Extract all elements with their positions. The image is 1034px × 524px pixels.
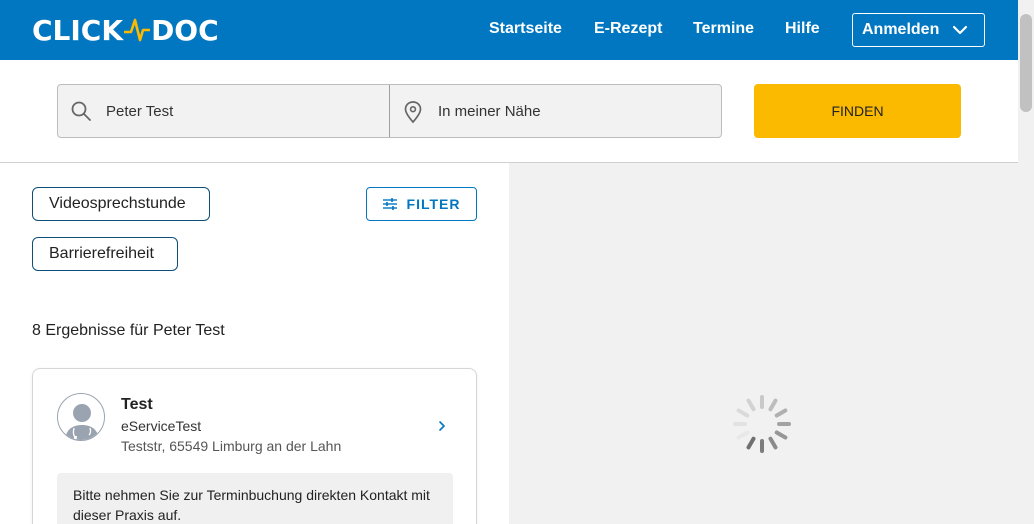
chip-barrierefreiheit[interactable]: Barrierefreiheit bbox=[32, 237, 178, 271]
search-icon bbox=[71, 101, 91, 121]
top-header: CLICK DOC Startseite E-Rezept Termine Hi… bbox=[0, 0, 1018, 60]
search-area: Peter Test In meiner Nähe FINDEN bbox=[0, 60, 1018, 163]
loading-spinner-icon bbox=[733, 395, 791, 453]
chevron-right-icon[interactable] bbox=[437, 419, 447, 433]
chip-label: Barrierefreiheit bbox=[49, 245, 154, 262]
nav-hilfe[interactable]: Hilfe bbox=[785, 20, 820, 38]
nav-e-rezept[interactable]: E-Rezept bbox=[594, 20, 662, 38]
nav-termine[interactable]: Termine bbox=[693, 20, 754, 38]
filter-button[interactable]: FILTER bbox=[366, 187, 477, 221]
sliders-icon bbox=[382, 198, 397, 210]
find-button[interactable]: FINDEN bbox=[754, 84, 961, 138]
chip-label: Videosprechstunde bbox=[49, 195, 186, 212]
scrollbar-thumb[interactable] bbox=[1020, 14, 1032, 112]
map-panel[interactable] bbox=[509, 163, 1018, 524]
search-box: Peter Test In meiner Nähe bbox=[57, 84, 722, 138]
clickdoc-logo[interactable]: CLICK DOC bbox=[32, 13, 219, 47]
name-search-value: Peter Test bbox=[106, 102, 174, 120]
result-card[interactable]: Test eServiceTest Teststr, 65549 Limburg… bbox=[32, 368, 477, 524]
results-count: 8 Ergebnisse für Peter Test bbox=[32, 322, 225, 339]
chevron-down-icon bbox=[952, 25, 968, 35]
result-note: Bitte nehmen Sie zur Terminbuchung direk… bbox=[57, 473, 453, 524]
location-input[interactable]: In meiner Nähe bbox=[390, 85, 721, 137]
login-label: Anmelden bbox=[862, 21, 940, 38]
result-title: Test bbox=[121, 396, 153, 413]
nav-startseite[interactable]: Startseite bbox=[489, 20, 562, 38]
login-button[interactable]: Anmelden bbox=[852, 13, 985, 47]
logo-text-right: DOC bbox=[151, 13, 219, 47]
result-subtitle: eServiceTest bbox=[121, 418, 202, 434]
logo-pulse-icon bbox=[124, 18, 151, 42]
page-scrollbar[interactable] bbox=[1018, 0, 1034, 524]
find-button-label: FINDEN bbox=[831, 103, 884, 119]
location-placeholder: In meiner Nähe bbox=[438, 102, 541, 120]
location-pin-icon bbox=[404, 101, 422, 124]
logo-text-left: CLICK bbox=[32, 13, 124, 47]
doctor-avatar-icon bbox=[57, 393, 105, 441]
chip-videosprechstunde[interactable]: Videosprechstunde bbox=[32, 187, 210, 221]
result-address: Teststr, 65549 Limburg an der Lahn bbox=[121, 438, 342, 454]
name-search-input[interactable]: Peter Test bbox=[58, 85, 390, 137]
filter-button-label: FILTER bbox=[406, 196, 461, 212]
